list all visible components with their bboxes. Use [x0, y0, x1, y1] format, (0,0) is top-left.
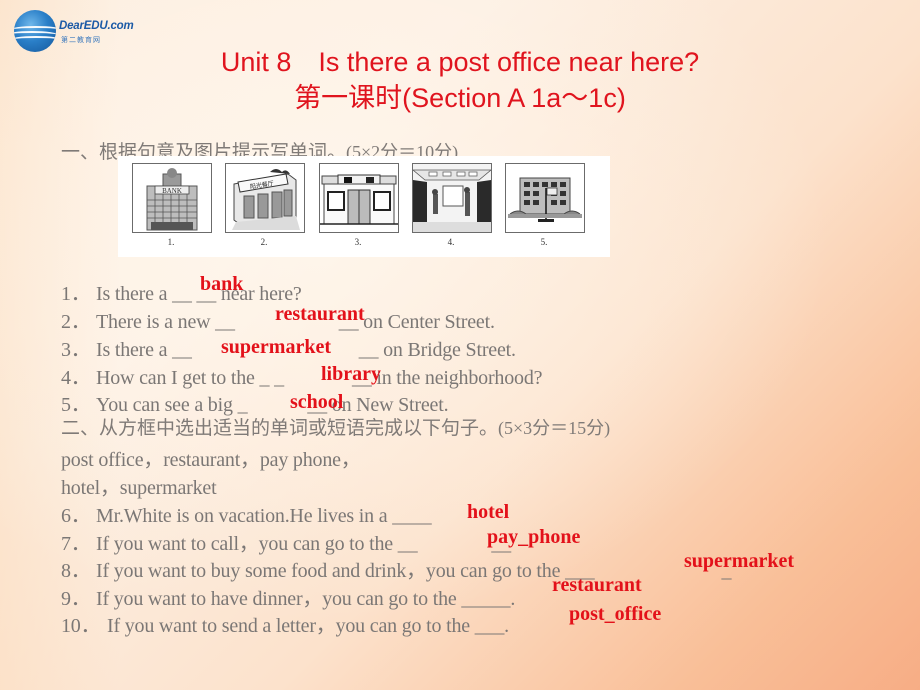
picture-library: [412, 163, 492, 233]
page-subtitle: 第一课时(Section A 1a～1c): [0, 85, 920, 112]
question-number: 8．: [61, 560, 91, 582]
question-text: If you want to have dinner，you can go to…: [96, 588, 516, 610]
question-text: Is there a __ __ near here?: [96, 283, 302, 305]
answer-4: library: [321, 363, 381, 385]
question-10: 10． If you want to send a letter，you can …: [61, 609, 509, 638]
word-box-line-2: hotel，supermarket: [61, 477, 217, 499]
answer-5: school: [290, 391, 344, 413]
picture-number: 3.: [354, 237, 362, 247]
question-text: There is a new __: [96, 311, 235, 333]
part2-points: (5×3分＝15分): [498, 418, 611, 438]
question-text-after: __ on Bridge Street.: [358, 339, 516, 361]
picture-school: [505, 163, 585, 233]
answer-8: supermarket: [684, 550, 794, 572]
question-number: 1．: [61, 283, 91, 305]
question-number: 4．: [61, 367, 91, 389]
part2-heading: 二、从方框中选出适当的单词或短语完成以下句子。(5×3分＝15分): [61, 413, 610, 440]
question-number: 7．: [61, 533, 91, 555]
answer-10: post_office: [569, 603, 662, 625]
picture-restaurant: 阳光餐厅: [225, 163, 305, 233]
page-title: Unit 8 Is there a post office near here?: [0, 49, 920, 76]
question-9: 9． If you want to have dinner，you can go …: [61, 582, 515, 611]
logo-brand: DearEDU.com: [59, 20, 134, 32]
question-text: If you want to send a letter，you can go …: [107, 615, 509, 637]
question-number: 10．: [61, 615, 101, 637]
restaurant-icon: 阳光餐厅: [232, 169, 300, 230]
title-line-2: 第一课时(Section A 1a～1c): [294, 83, 626, 113]
library-icon: [413, 164, 491, 232]
question-1: 1． Is there a __ __ near here?: [61, 277, 302, 306]
picture-number: 4.: [447, 237, 455, 247]
question-text: Mr.White is on vacation.He lives in a __…: [96, 505, 432, 527]
picture-number: 1.: [167, 237, 175, 247]
part2-heading-text: 二、从方框中选出适当的单词或短语完成以下句子。: [61, 417, 499, 439]
answer-1: bank: [200, 273, 244, 295]
answer-7: pay_phone: [487, 526, 581, 548]
question-7: 7． If you want to call，you can go to the …: [61, 527, 511, 556]
word-box-line-1: post office，restaurant，pay phone，: [61, 449, 361, 471]
question-text: Is there a __: [96, 339, 192, 361]
question-number: 6．: [61, 505, 91, 527]
question-number: 3．: [61, 339, 91, 361]
supermarket-icon: [320, 174, 398, 225]
picture-bank: BANK: [132, 163, 212, 233]
answer-2: restaurant: [275, 303, 365, 325]
globe-icon: [14, 10, 56, 52]
picture-supermarket: [319, 163, 399, 233]
dearedu-logo: DearEDU.com 第二教育网: [14, 10, 144, 54]
question-text: How can I get to the _ _: [96, 367, 284, 389]
logo-subtitle: 第二教育网: [61, 36, 101, 44]
answer-3: supermarket: [221, 336, 331, 358]
picture-number: 5.: [540, 237, 548, 247]
question-4: 4． How can I get to the _ _ __ in the neig…: [61, 361, 543, 390]
question-6: 6． Mr.White is on vacation.He lives in a …: [61, 499, 432, 528]
svg-text:BANK: BANK: [162, 187, 182, 195]
bank-building-icon: BANK: [146, 168, 198, 231]
picture-strip: BANK 1. 阳光餐厅 2. 3. 4. 5.: [118, 156, 610, 257]
school-icon: [508, 177, 582, 222]
question-number: 9．: [61, 588, 91, 610]
answer-6: hotel: [467, 501, 510, 523]
question-number: 2．: [61, 311, 91, 333]
answer-9: restaurant: [552, 574, 642, 596]
question-text: If you want to buy some food and drink，y…: [96, 560, 595, 582]
title-line-1: Unit 8 Is there a post office near here?: [220, 47, 700, 77]
question-text: If you want to call，you can go to the __: [96, 533, 418, 555]
picture-number: 2.: [260, 237, 268, 247]
